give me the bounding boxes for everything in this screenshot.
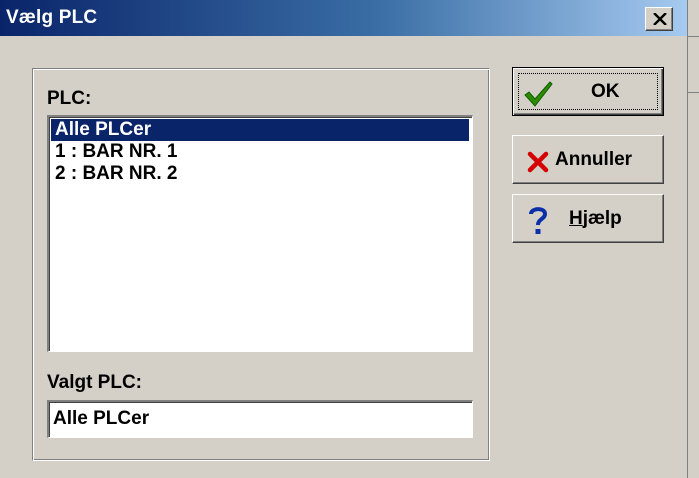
close-icon [653, 13, 667, 25]
selected-plc-label: Valgt PLC: [47, 372, 143, 393]
list-item[interactable]: 1 : BAR NR. 1 [51, 141, 469, 163]
selected-plc-field[interactable]: Alle PLCer [47, 400, 473, 438]
dialog-window: Vælg PLC PLC: Alle PLCer 1 : BAR NR. 1 2… [0, 0, 699, 478]
background-window-edge [687, 0, 699, 478]
ok-button-label: OK [591, 81, 620, 102]
help-button-label: Hjælp [569, 208, 622, 230]
cancel-button-label: Annuller [555, 149, 633, 170]
help-button[interactable]: Hjælp [512, 194, 664, 243]
plc-list-label: PLC: [47, 88, 92, 109]
title-bar[interactable]: Vælg PLC [0, 0, 687, 36]
question-mark-icon [529, 207, 548, 234]
help-mnemonic: H [569, 208, 583, 229]
list-item[interactable]: Alle PLCer [51, 119, 469, 141]
window-title: Vælg PLC [6, 7, 98, 28]
cancel-button[interactable]: Annuller [512, 135, 664, 184]
red-x-icon [527, 151, 549, 173]
help-label-rest: jælp [582, 208, 622, 229]
ok-button[interactable]: OK [512, 67, 664, 116]
close-button[interactable] [645, 7, 673, 31]
checkmark-icon [524, 81, 553, 107]
list-item[interactable]: 2 : BAR NR. 2 [51, 163, 469, 185]
plc-listbox[interactable]: Alle PLCer 1 : BAR NR. 1 2 : BAR NR. 2 [47, 115, 473, 352]
